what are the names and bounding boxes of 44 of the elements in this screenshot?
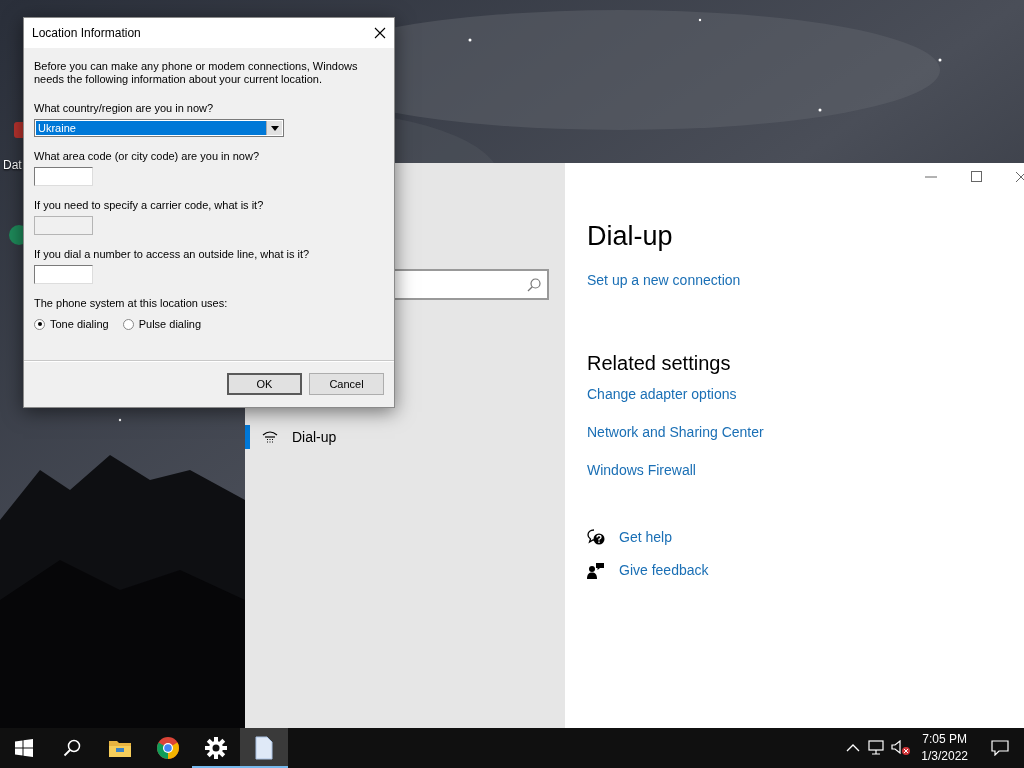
network-icon[interactable] bbox=[868, 740, 887, 756]
field-label: If you need to specify a carrier code, what is it? bbox=[34, 199, 265, 212]
folder-icon bbox=[108, 738, 132, 758]
maximize-icon[interactable] bbox=[971, 171, 983, 183]
help-icon bbox=[587, 529, 605, 546]
field-label: What area code (or city code) are you in now? bbox=[34, 150, 260, 163]
muted-volume-icon[interactable] bbox=[891, 740, 912, 756]
notification-icon[interactable] bbox=[991, 740, 1009, 756]
page-title: Dial-up bbox=[587, 220, 674, 253]
section-heading: Related settings bbox=[587, 351, 732, 376]
chrome-icon bbox=[156, 736, 180, 760]
feedback-link[interactable]: Give feedback bbox=[619, 560, 709, 581]
windows-icon bbox=[15, 739, 33, 757]
dial-up-icon bbox=[262, 430, 278, 444]
settings-link[interactable]: Network and Sharing Center bbox=[587, 422, 764, 443]
radio-button[interactable] bbox=[34, 318, 45, 330]
setup-link[interactable]: Set up a new connection bbox=[587, 270, 741, 291]
radio-button[interactable] bbox=[122, 318, 134, 330]
field-label: What country/region are you in now? bbox=[34, 102, 215, 115]
field-label: If you dial a number to access an outside line, what is it? bbox=[34, 248, 311, 261]
help-link[interactable]: Get help bbox=[619, 527, 672, 548]
country-dropdown[interactable]: Ukraine bbox=[34, 119, 284, 137]
close-icon[interactable] bbox=[374, 27, 386, 39]
intro-text: Before you can make any phone or modem connections, Windows needs the following information about your current location. bbox=[34, 60, 359, 86]
clock[interactable]: 7:05 PM 1/3/2022 bbox=[913, 731, 976, 765]
radio-label[interactable]: Tone dialing bbox=[50, 316, 109, 333]
search-icon bbox=[63, 739, 81, 757]
window-title: Location Information bbox=[32, 25, 141, 42]
dialing-label: The phone system at this location uses: bbox=[34, 297, 229, 310]
settings-link[interactable]: Change adapter options bbox=[587, 384, 737, 405]
input-field[interactable] bbox=[34, 265, 93, 284]
ok-button[interactable]: OK bbox=[227, 373, 302, 395]
gear-icon bbox=[205, 737, 227, 759]
search-icon[interactable] bbox=[527, 277, 541, 292]
feedback-icon bbox=[587, 562, 605, 579]
caret-icon bbox=[270, 125, 279, 131]
chevron-up-icon[interactable] bbox=[846, 743, 861, 753]
settings-link[interactable]: Windows Firewall bbox=[587, 460, 696, 481]
input-field[interactable] bbox=[34, 167, 93, 186]
cancel-button[interactable]: Cancel bbox=[309, 373, 384, 395]
document-icon bbox=[255, 736, 273, 760]
icon-label[interactable]: Dat bbox=[3, 156, 22, 174]
taskbar-button[interactable] bbox=[240, 728, 288, 768]
radio-label[interactable]: Pulse dialing bbox=[138, 316, 202, 333]
